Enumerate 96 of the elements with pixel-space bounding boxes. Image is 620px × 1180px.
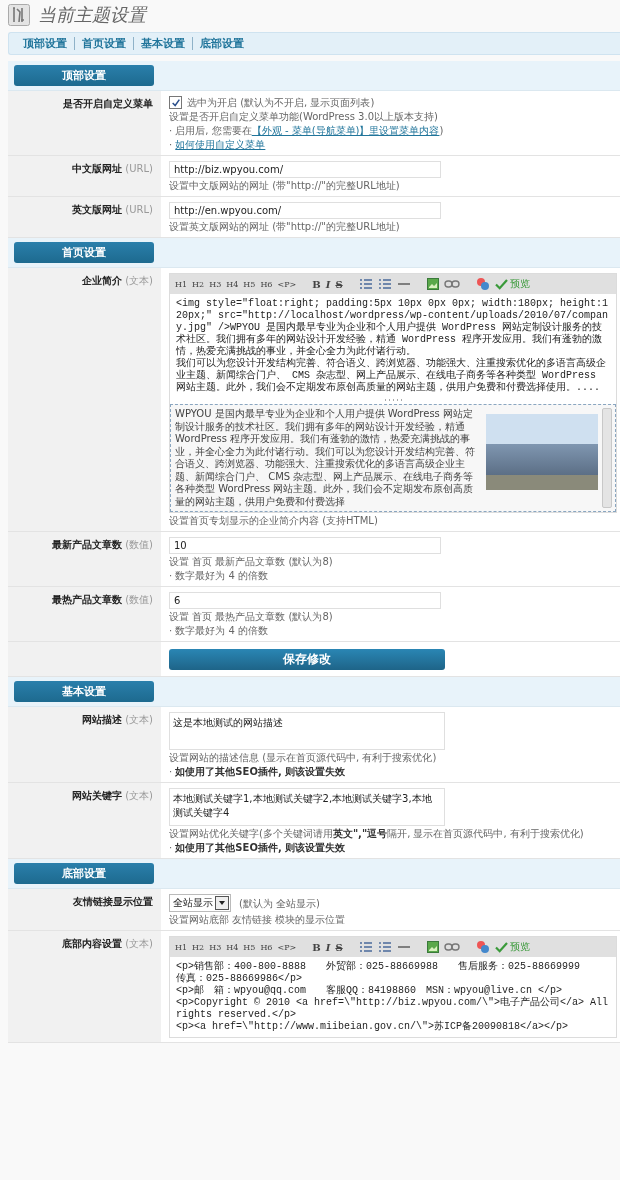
code-line: <p>邮 箱：wpyou@qq.com 客服QQ：84198860 MSN：wpyou@live.cn </p>	[176, 985, 564, 997]
hint-text: · 如使用了其他SEO插件, 则该设置失效	[169, 765, 347, 778]
section-heading: 底部设置	[14, 863, 154, 884]
tools-icon	[8, 4, 30, 26]
format-button[interactable]: I	[325, 278, 331, 290]
hint-text: · 启用后, 您需要在【外观 - 菜单(导航菜单)】里设置菜单内容)	[169, 124, 445, 137]
field-label: 网站关键字	[72, 790, 123, 801]
hint-text: · 数字最好为 4 的倍数	[169, 569, 270, 582]
heading-button[interactable]: H3	[209, 942, 222, 952]
code-line: <p>销售部：400-800-8888 外贸部：025-88669988 售后服务：025-88669999 传真：025-88669986</p>	[176, 961, 582, 984]
hint-text: 设置首页专划显示的企业简介内容 (支持HTML)	[169, 514, 379, 527]
bullet-list-icon[interactable]	[358, 278, 373, 290]
format-button[interactable]: S	[335, 941, 343, 953]
numbered-list-icon[interactable]	[377, 278, 392, 290]
dropdown[interactable]: 全站显示	[169, 894, 231, 912]
hint-text: 设置网站的描述信息 (显示在首页源代码中, 有利于搜索优化)	[169, 751, 438, 764]
scrollbar[interactable]	[602, 408, 612, 508]
field-label: 是否开启自定义菜单	[63, 98, 153, 109]
text-area[interactable]: 本地测试关键字1,本地测试关键字2,本地测试关键字3,本地测试关键字4	[169, 788, 445, 826]
text-input[interactable]: 6	[169, 592, 441, 609]
text-input[interactable]: http://en.wpyou.com/	[169, 202, 441, 219]
field-type: (文本)	[125, 790, 153, 801]
field-type: (文本)	[125, 938, 153, 949]
hint-text: · 如何使用自定义菜单	[169, 138, 267, 151]
heading-button[interactable]: <P>	[277, 279, 297, 289]
hint-text: 设置网站优化关键字(多个关键词请用英文","逗号隔开, 显示在首页源代码中, 有利于搜索优化)	[169, 827, 585, 840]
hint-text: 设置 首页 最热产品文章数 (默认为8)	[169, 610, 334, 623]
help-link[interactable]: 如何使用自定义菜单	[175, 139, 266, 150]
field-type: (文本)	[125, 275, 153, 286]
field-label: 底部内容设置	[62, 938, 123, 949]
text-input[interactable]: http://biz.wpyou.com/	[169, 161, 441, 178]
numbered-list-icon[interactable]	[377, 941, 392, 953]
code-line: <p><a href=\"http://www.miibeian.gov.cn/\">苏ICP备20090818</a></p>	[176, 1021, 570, 1033]
heading-button[interactable]: H1	[175, 942, 188, 952]
check-icon	[494, 941, 508, 953]
field-label: 网站描述	[82, 714, 123, 725]
field-label: 最热产品文章数	[52, 594, 123, 605]
field-label: 中文版网址	[72, 163, 123, 174]
hint-text: · 如使用了其他SEO插件, 则该设置失效	[169, 841, 347, 854]
field-label: 英文版网址	[72, 204, 123, 215]
heading-button[interactable]: H3	[209, 279, 222, 289]
text-input[interactable]: 10	[169, 537, 441, 554]
hint-text: 设置英文版网站的网址 (带"http://"的完整URL地址)	[169, 220, 401, 233]
field-label: 企业简介	[82, 275, 123, 286]
format-button[interactable]: S	[335, 278, 343, 290]
field-label: 友情链接显示位置	[73, 896, 153, 907]
field-type: (文本)	[125, 714, 153, 725]
format-button[interactable]: B	[312, 278, 321, 290]
text-area[interactable]: 这是本地测试的网站描述	[169, 712, 445, 750]
link-icon[interactable]	[443, 279, 460, 289]
heading-button[interactable]: H2	[192, 942, 205, 952]
preview-text: WPYOU 是国内最早专业为企业和个人用户提供 WordPress 网站定制设计服务的技术社区。我们拥有多年的网站设计开发经验，精通 WordPress 程序开发应用。我们有蓬勃的激情，热爱充满挑战的事业，并全心全力为此付诸行动。我们可以为您设计开发结构完善、符合语义、跨浏览器、功能强大、注重搜索优化的多语言高级企业主题、新闻综合门户、 CMS 杂志型、网上产品展示、在线电子商务等各种类型 WordPress 网站主题。此外，我们会不定期发布原创高质量的网站主题，供用户免费和付费选择	[175, 408, 476, 508]
nav-link[interactable]: 顶部设置	[23, 37, 74, 50]
heading-button[interactable]: H6	[260, 279, 273, 289]
field-type: (URL)	[125, 163, 153, 174]
hint-text: · 数字最好为 4 的倍数	[169, 624, 270, 637]
checkbox[interactable]	[169, 96, 182, 109]
checkbox-label: 选中为开启 (默认为不开启, 显示页面列表)	[187, 96, 375, 109]
check-icon	[494, 278, 508, 290]
section-heading: 基本设置	[14, 681, 154, 702]
hint-text: 设置是否开启自定义菜单功能(WordPress 3.0以上版本支持)	[169, 110, 439, 123]
color-icon[interactable]	[475, 940, 490, 954]
link-icon[interactable]	[443, 942, 460, 952]
format-button[interactable]: B	[312, 941, 321, 953]
heading-button[interactable]: H5	[243, 279, 256, 289]
field-type: (数值)	[125, 539, 153, 550]
hint-text: 设置 首页 最新产品文章数 (默认为8)	[169, 555, 334, 568]
field-type: (URL)	[125, 204, 153, 215]
heading-button[interactable]: H4	[226, 942, 239, 952]
heading-button[interactable]: <P>	[277, 942, 297, 952]
image-icon[interactable]	[426, 941, 439, 953]
heading-button[interactable]: H2	[192, 279, 205, 289]
nav-link[interactable]: 底部设置	[192, 37, 251, 50]
hint-text: 设置中文版网站的网址 (带"http://"的完整URL地址)	[169, 179, 401, 192]
nav-link[interactable]: 首页设置	[74, 37, 133, 50]
code-line: 我们可以为您设计开发结构完善、符合语义、跨浏览器、功能强大、注重搜索优化的多语言高级企业主题、新闻综合门户、 CMS 杂志型、网上产品展示、在线电子商务等各种类型 WordPress 网站主题。此外，我们会不定期发布原创高质量的网站主题，供用户免费和付费选择使用。....	[176, 358, 607, 394]
nav-link[interactable]: 基本设置	[133, 37, 192, 50]
save-button[interactable]: 保存修改	[169, 649, 445, 670]
bullet-list-icon[interactable]	[358, 941, 373, 953]
heading-button[interactable]: H5	[243, 942, 256, 952]
heading-button[interactable]: H6	[260, 942, 273, 952]
section-heading: 首页设置	[14, 242, 154, 263]
heading-button[interactable]: H1	[175, 279, 188, 289]
code-line: <img style="float:right; padding:5px 10px 0px 0px; width:180px; height:120px;" src="http://localhost/wordpress/wp-content/uploads/2010/07/company.jpg" />WPYOU 是国内最早专业为企业和个人用户提供 WordPress 网站定制设计服务的技术社区。我们拥有多年的网站设计开发经验，精通 WordPress 程序开发应用。我们有蓬勃的激情，热爱充满挑战的事业，并全心全力为此付诸行动。	[176, 298, 610, 357]
default-note: (默认为 全站显示)	[239, 897, 320, 910]
format-button[interactable]: I	[325, 941, 331, 953]
hint-text: 设置网站底部 友情链接 模块的显示位置	[169, 913, 347, 926]
heading-button[interactable]: H4	[226, 279, 239, 289]
field-label: 最新产品文章数	[52, 539, 123, 550]
image-icon[interactable]	[426, 278, 439, 290]
page-title: 当前主题设置	[38, 3, 146, 27]
field-type: (数值)	[125, 594, 153, 605]
color-icon[interactable]	[475, 277, 490, 291]
code-line: <p>Copyright © 2010 <a href=\"http://biz.wpyou.com/\">电子产品公司</a> All rights reserved.</p>	[176, 997, 610, 1020]
help-link[interactable]: 【外观 - 菜单(导航菜单)】里设置菜单内容	[251, 125, 440, 136]
section-heading: 顶部设置	[14, 65, 154, 86]
